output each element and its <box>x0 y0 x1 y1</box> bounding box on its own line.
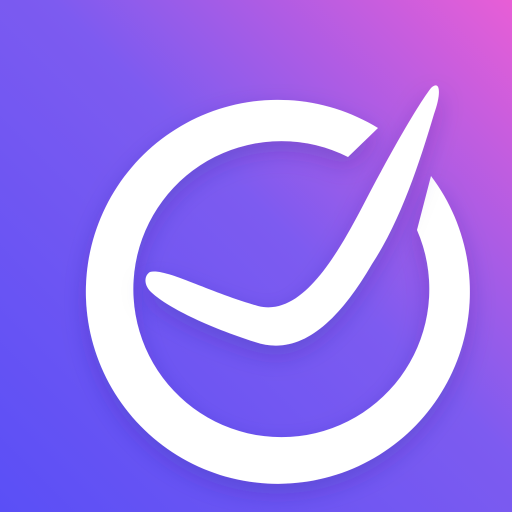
app-icon-graphic <box>0 0 512 512</box>
app-icon <box>0 0 512 512</box>
